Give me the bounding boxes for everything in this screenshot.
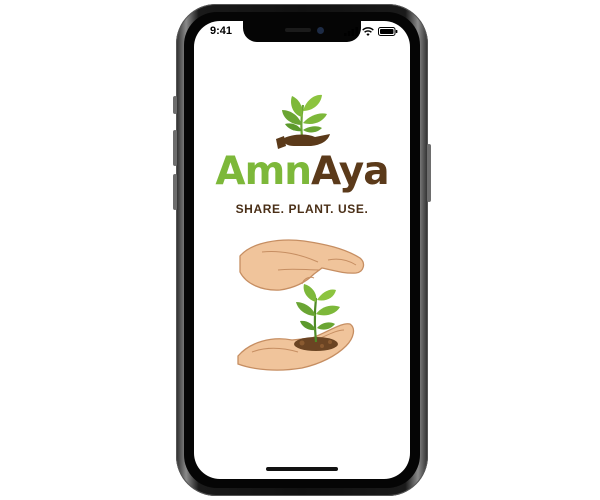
battery-icon [378, 27, 398, 36]
status-time: 9:41 [210, 25, 233, 37]
power-button [427, 144, 431, 202]
app-screen: 9:41 AmnAya SHARE. PLANT. USE. [194, 21, 410, 479]
home-indicator[interactable] [266, 467, 338, 471]
volume-up-button [173, 130, 177, 166]
cellular-signal-icon [344, 27, 358, 36]
status-icons [344, 27, 398, 36]
silent-switch [173, 96, 177, 114]
hands-seedling-illustration [237, 239, 365, 371]
logo-sprout-hand-icon [276, 94, 330, 149]
phone-frame: 9:41 AmnAya SHARE. PLANT. USE. [173, 4, 431, 496]
speaker-grille [285, 28, 311, 32]
brand-wordmark-primary: Amn [215, 149, 312, 194]
wifi-icon [362, 27, 374, 36]
tagline: SHARE. PLANT. USE. [235, 202, 369, 216]
brand-wordmark: AmnAya [194, 152, 410, 191]
volume-down-button [173, 174, 177, 210]
front-camera [317, 27, 324, 34]
brand-wordmark-secondary: Aya [311, 149, 390, 194]
